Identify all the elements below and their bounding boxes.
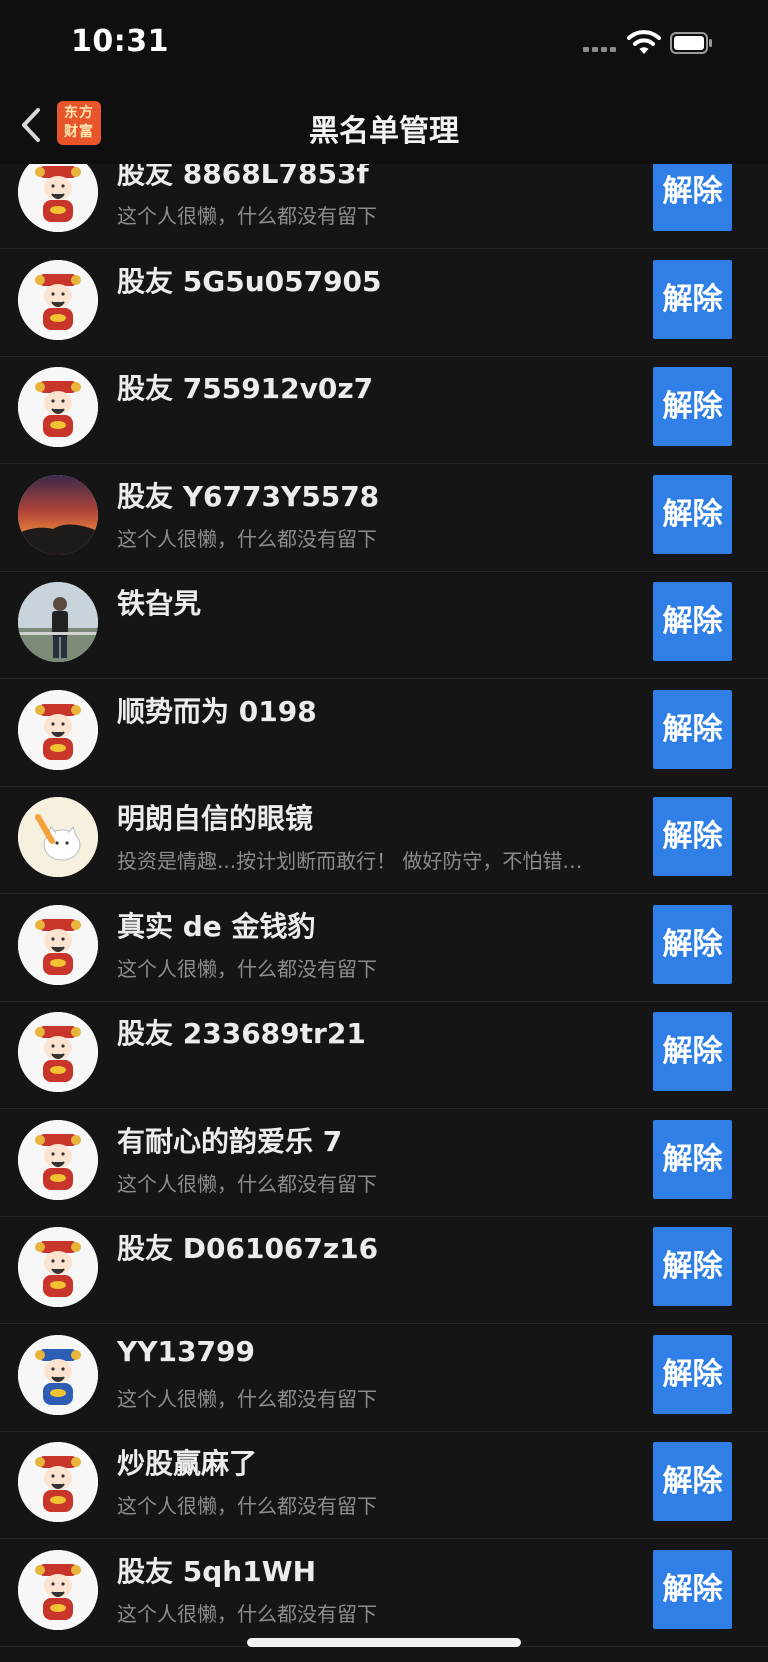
list-item[interactable]: 股友 Y6773Y5578 这个人很懒，什么都没有留下 解除 [0, 465, 768, 572]
user-name: 炒股赢麻了 [117, 1447, 258, 1480]
user-bio: 这个人很懒，什么都没有留下 [117, 1386, 377, 1411]
user-name: 股友 D061067z16 [117, 1232, 379, 1265]
user-bio: 这个人很懒，什么都没有留下 [117, 204, 377, 228]
user-name: 明朗自信的眼镜 [117, 802, 314, 835]
unblock-button[interactable]: 解除 [653, 689, 732, 769]
list-item[interactable]: 明朗自信的眼镜投资是情趣...按计划断而敢行！ 做好防守，不怕错… 解除 [0, 787, 768, 894]
avatar[interactable] [18, 1549, 98, 1630]
avatar[interactable] [18, 1227, 98, 1307]
unblock-button[interactable]: 解除 [653, 1442, 732, 1521]
unblock-button[interactable]: 解除 [653, 797, 732, 876]
unblock-button[interactable]: 解除 [653, 164, 732, 231]
user-name: 铁旮旯 [117, 587, 202, 620]
list-item[interactable]: 铁旮旯 解除 [0, 572, 768, 679]
list-item[interactable]: 股友 233689tr21 解除 [0, 1002, 768, 1109]
avatar[interactable] [18, 1442, 98, 1522]
navigation-bar: 东方 财富 黑名单管理 [0, 88, 768, 164]
user-name: 股友 755912v0z7 [117, 372, 374, 405]
user-name: 真实 de 金钱豹 [117, 909, 316, 943]
avatar[interactable] [18, 1119, 98, 1200]
user-name: 股友 Y6773Y5578 [117, 479, 380, 513]
avatar[interactable] [18, 259, 98, 340]
list-item[interactable]: 真实 de 金钱豹这个人很懒，什么都没有留下 解除 [0, 895, 768, 1002]
unblock-button[interactable]: 解除 [653, 1119, 732, 1199]
status-time: 10:31 [71, 24, 169, 59]
user-bio: 这个人很懒，什么都没有留下 [117, 956, 377, 981]
home-indicator [247, 1638, 521, 1647]
user-name: 股友 5G5u057905 [117, 264, 382, 298]
signal-icon [583, 47, 617, 53]
unblock-button[interactable]: 解除 [653, 259, 732, 339]
unblock-button[interactable]: 解除 [653, 474, 732, 554]
user-name: YY13799 [117, 1334, 255, 1368]
avatar[interactable] [18, 689, 98, 770]
user-bio: 这个人很懒，什么都没有留下 [117, 1601, 377, 1626]
unblock-button[interactable]: 解除 [653, 1334, 732, 1414]
unblock-button[interactable]: 解除 [653, 367, 732, 446]
avatar[interactable] [18, 474, 98, 555]
user-name: 股友 5qh1WH [117, 1554, 317, 1588]
user-name: 有耐心的韵爱乐 7 [117, 1124, 343, 1158]
list-item[interactable]: 有耐心的韵爱乐 7 这个人很懒，什么都没有留下 解除 [0, 1110, 768, 1217]
user-name: 顺势而为 0198 [117, 694, 317, 728]
blacklist-list[interactable]: 股友 8868L7853f 这个人很懒，什么都没有留下 解除 股友 5G5u05790… [0, 164, 768, 1662]
unblock-button[interactable]: 解除 [653, 1012, 732, 1091]
avatar[interactable] [18, 164, 98, 232]
status-bar: 10:31 [0, 0, 768, 88]
list-item[interactable]: 股友 5qh1WH 这个人很懒，什么都没有留下 解除 [0, 1540, 768, 1647]
unblock-button[interactable]: 解除 [653, 904, 732, 984]
list-item[interactable]: 股友 D061067z16 解除 [0, 1217, 768, 1324]
avatar[interactable] [18, 904, 98, 985]
list-item[interactable]: YY13799 这个人很懒，什么都没有留下 解除 [0, 1325, 768, 1432]
list-item[interactable]: 炒股赢麻了这个人很懒，什么都没有留下 解除 [0, 1432, 768, 1539]
avatar[interactable] [18, 797, 98, 877]
avatar[interactable] [18, 367, 98, 447]
battery-icon [670, 32, 712, 54]
list-item[interactable]: 股友 5G5u057905 解除 [0, 250, 768, 357]
list-item[interactable]: 股友 8868L7853f 这个人很懒，什么都没有留下 解除 [0, 164, 768, 249]
avatar[interactable] [18, 582, 98, 662]
user-name: 股友 8868L7853f [117, 164, 369, 190]
unblock-button[interactable]: 解除 [653, 582, 732, 661]
user-bio: 这个人很懒，什么都没有留下 [117, 1494, 377, 1518]
unblock-button[interactable]: 解除 [653, 1227, 732, 1306]
avatar[interactable] [18, 1012, 98, 1092]
wifi-icon [627, 28, 661, 56]
user-name: 股友 233689tr21 [117, 1017, 366, 1050]
list-item[interactable]: 股友 755912v0z7 解除 [0, 357, 768, 464]
avatar[interactable] [18, 1334, 98, 1415]
user-bio: 这个人很懒，什么都没有留下 [117, 1171, 377, 1196]
page-title: 黑名单管理 [309, 114, 459, 149]
user-bio: 投资是情趣...按计划断而敢行！ 做好防守，不怕错… [117, 849, 583, 873]
unblock-button[interactable]: 解除 [653, 1549, 732, 1629]
user-bio: 这个人很懒，什么都没有留下 [117, 526, 377, 551]
list-item[interactable]: 顺势而为 0198 解除 [0, 680, 768, 787]
